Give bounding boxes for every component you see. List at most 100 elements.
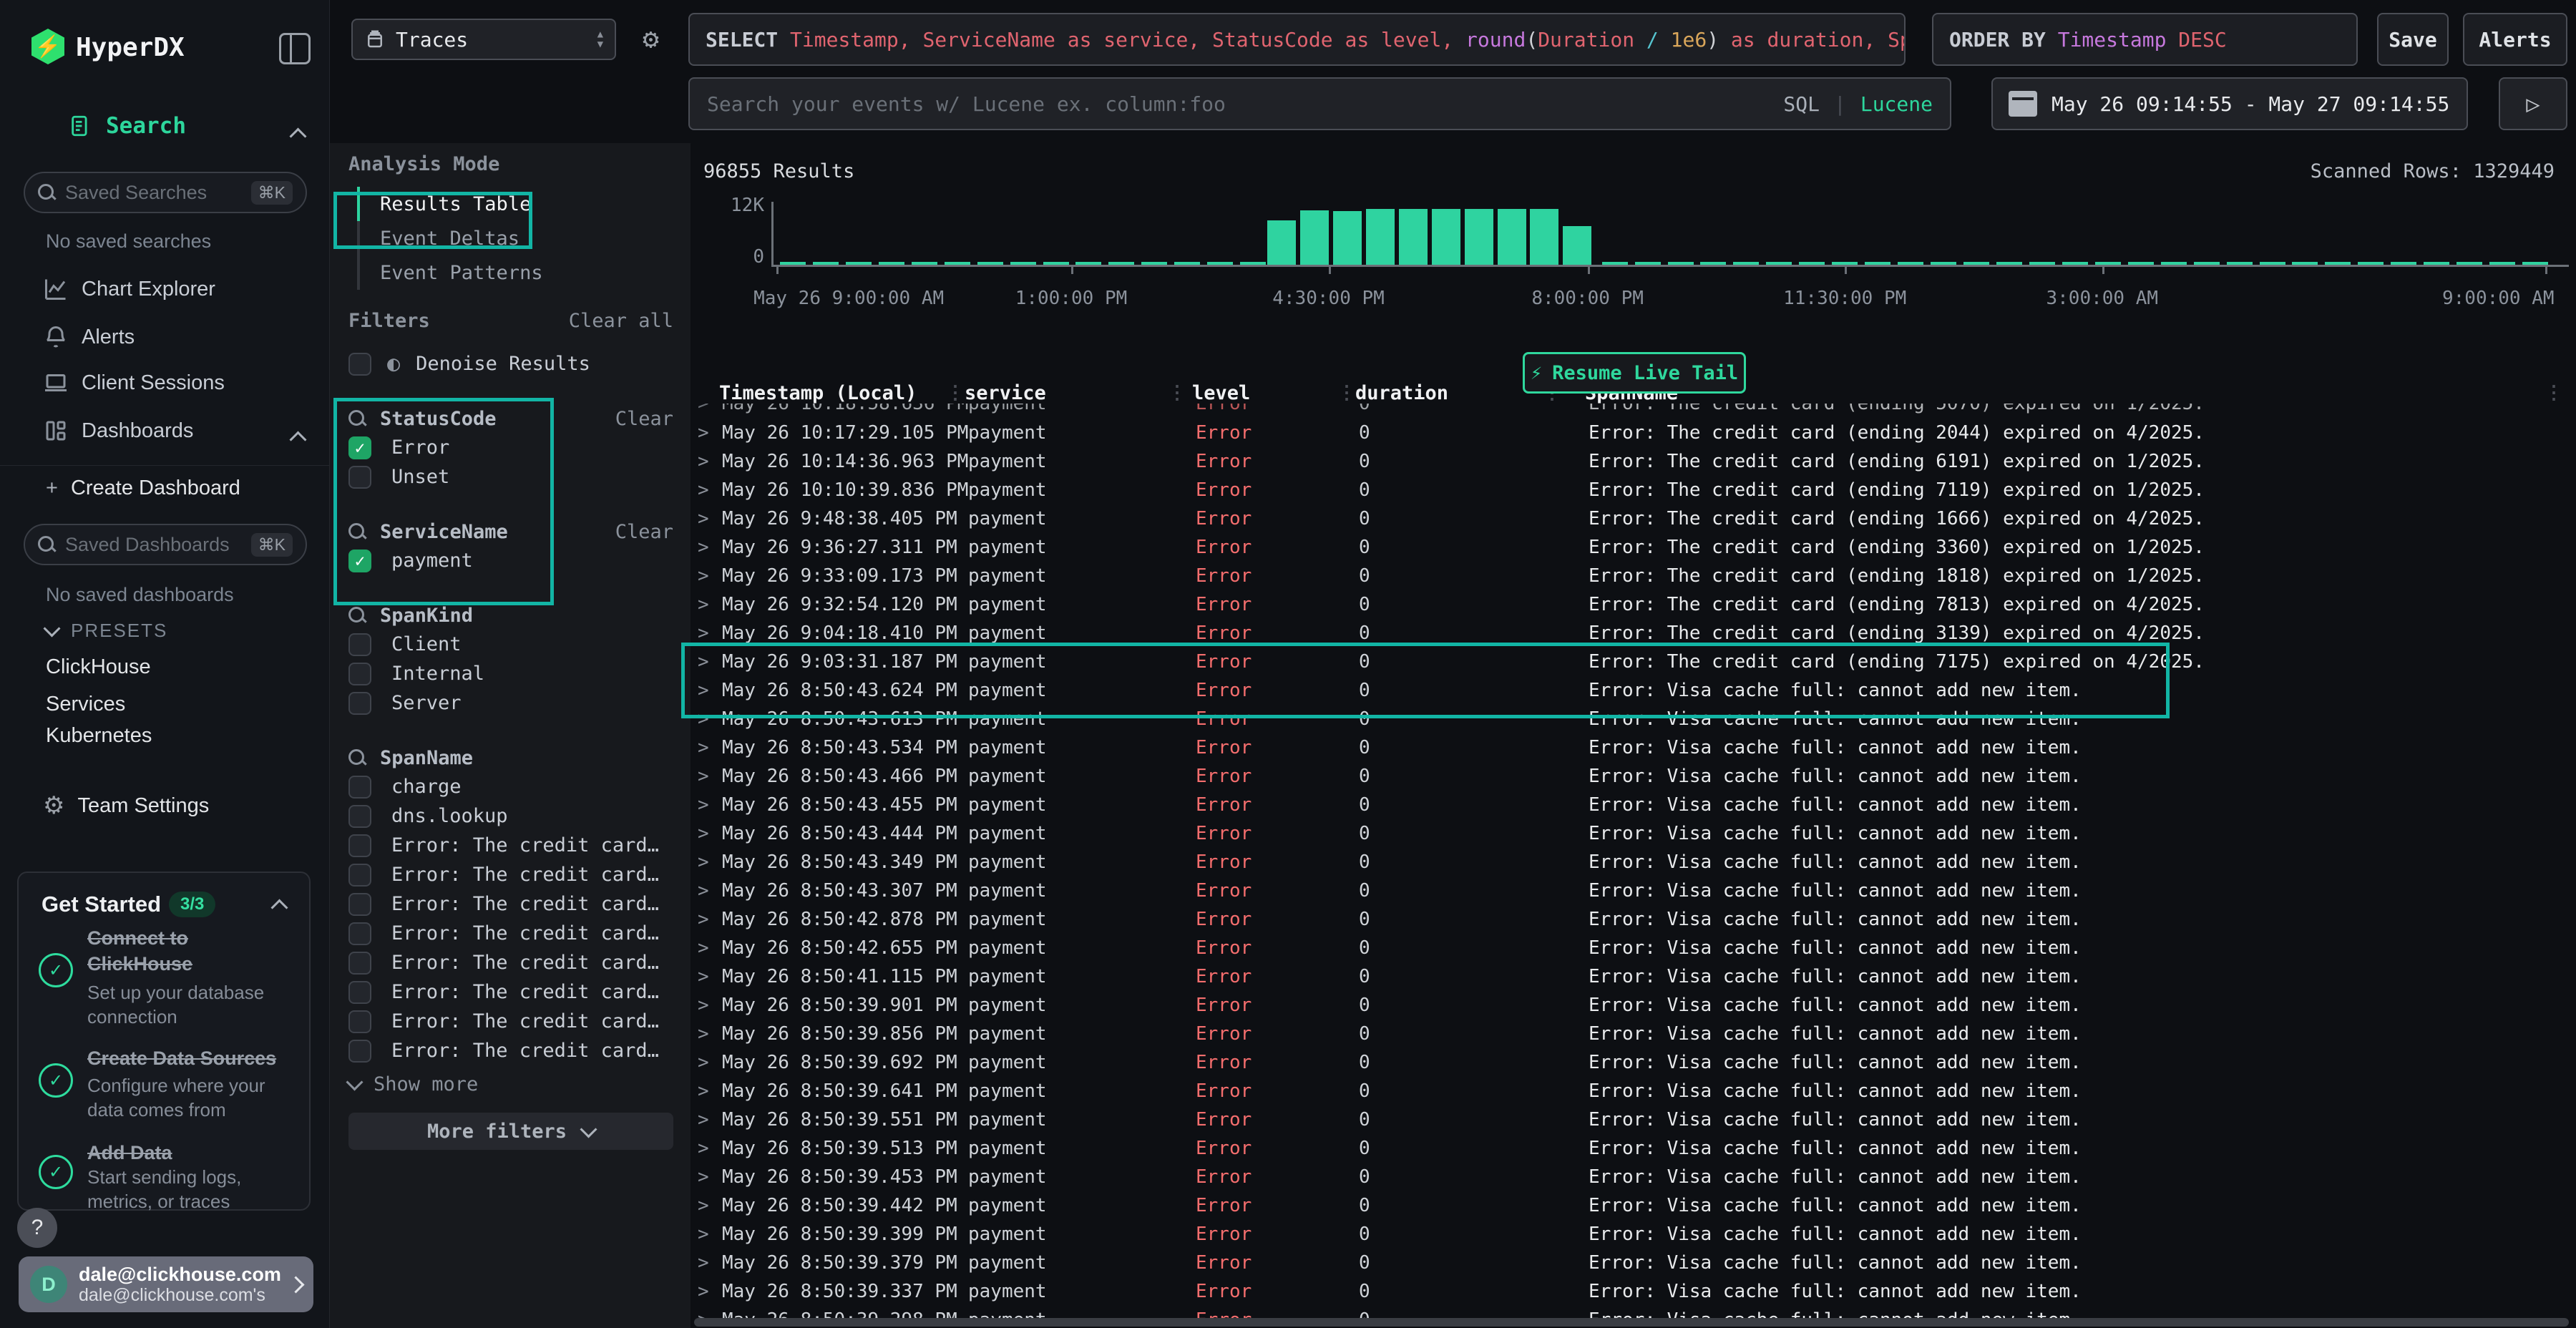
filter-option[interactable]: Error: The credit card …	[348, 948, 673, 977]
show-more-button[interactable]: Show more	[348, 1070, 673, 1098]
filter-option[interactable]: Error: The credit card …	[348, 831, 673, 860]
save-button[interactable]: Save	[2377, 13, 2449, 66]
gs-item-title[interactable]: Add Data	[87, 1142, 172, 1164]
table-row[interactable]: >May 26 8:50:39.399 PMpaymentError0Error…	[691, 1220, 2576, 1249]
user-menu[interactable]: D dale@clickhouse.com dale@clickhouse.co…	[19, 1256, 313, 1312]
table-row[interactable]: >May 26 8:50:43.349 PMpaymentError0Error…	[691, 848, 2576, 877]
table-row[interactable]: >May 26 8:50:39.551 PMpaymentError0Error…	[691, 1105, 2576, 1134]
filter-option[interactable]: Error: The credit card …	[348, 860, 673, 889]
filter-option[interactable]: ✓Error	[348, 433, 673, 462]
sql-select-input[interactable]: SELECT Timestamp, ServiceName as service…	[688, 13, 1906, 66]
table-row[interactable]: >May 26 10:10:39.836 PMpaymentError0Erro…	[691, 476, 2576, 504]
preset-kubernetes[interactable]: Kubernetes	[46, 724, 152, 748]
search-section-collapse-icon[interactable]	[289, 127, 306, 145]
analysis-mode-results-table[interactable]: Results Table	[357, 187, 673, 221]
sidebar-item-dashboards[interactable]: Dashboards	[43, 418, 193, 444]
denoise-results-checkbox[interactable]: ◐ Denoise Results	[348, 349, 673, 379]
date-range-picker[interactable]: May 26 09:14:55 - May 27 09:14:55	[1991, 77, 2468, 130]
table-row[interactable]: >May 26 10:14:36.963 PMpaymentError0Erro…	[691, 447, 2576, 476]
preset-clickhouse[interactable]: ClickHouse	[46, 655, 151, 679]
filter-option[interactable]: Error: The credit card …	[348, 919, 673, 948]
table-row[interactable]: >May 26 10:18:58.636 PMpaymentError0Erro…	[691, 404, 2576, 418]
table-row[interactable]: >May 26 9:48:38.405 PMpaymentError0Error…	[691, 504, 2576, 533]
gs-item-title[interactable]: ClickHouse	[87, 953, 192, 975]
filter-option[interactable]: Internal	[348, 659, 673, 688]
table-row[interactable]: >May 26 9:36:27.311 PMpaymentError0Error…	[691, 533, 2576, 562]
table-row[interactable]: >May 26 8:50:39.901 PMpaymentError0Error…	[691, 991, 2576, 1020]
filter-option[interactable]: Error: The credit card …	[348, 1007, 673, 1036]
filter-option[interactable]: dns.lookup	[348, 801, 673, 831]
preset-services[interactable]: Services	[46, 693, 125, 716]
horizontal-scrollbar[interactable]	[694, 1318, 2569, 1327]
table-row[interactable]: >May 26 8:50:43.466 PMpaymentError0Error…	[691, 762, 2576, 791]
table-row[interactable]: >May 26 10:17:29.105 PMpaymentError0Erro…	[691, 419, 2576, 447]
table-row[interactable]: >May 26 8:50:39.453 PMpaymentError0Error…	[691, 1163, 2576, 1191]
sidebar-collapse-icon[interactable]	[279, 33, 311, 64]
filter-option[interactable]: Client	[348, 630, 673, 659]
sidebar-item-chart-explorer[interactable]: Chart Explorer	[43, 276, 215, 302]
table-row[interactable]: >May 26 8:50:43.307 PMpaymentError0Error…	[691, 877, 2576, 905]
filter-clear-button[interactable]: Clear	[615, 408, 673, 430]
checkbox-icon	[348, 805, 371, 828]
clear-all-button[interactable]: Clear all	[569, 310, 673, 332]
table-row[interactable]: >May 26 8:50:43.613 PMpaymentError0Error…	[691, 705, 2576, 733]
create-dashboard-button[interactable]: + Create Dashboard	[46, 477, 240, 500]
get-started-collapse-icon[interactable]	[270, 899, 288, 916]
filter-option[interactable]: Error: The credit card …	[348, 977, 673, 1007]
table-row[interactable]: >May 26 8:50:43.444 PMpaymentError0Error…	[691, 819, 2576, 848]
col-level[interactable]: level	[1192, 382, 1250, 404]
event-search-input[interactable]: Search your events w/ Lucene ex. column:…	[688, 77, 1951, 130]
table-row[interactable]: >May 26 8:50:39.298 PMpaymentError0Error…	[691, 1306, 2576, 1318]
sidebar-item-search[interactable]: Search	[69, 113, 186, 139]
col-duration[interactable]: duration	[1355, 382, 1448, 404]
table-row[interactable]: >May 26 8:50:39.692 PMpaymentError0Error…	[691, 1048, 2576, 1077]
table-row[interactable]: >May 26 8:50:39.856 PMpaymentError0Error…	[691, 1020, 2576, 1048]
presets-section-toggle[interactable]: PRESETS	[46, 620, 167, 642]
run-query-button[interactable]: ▷	[2499, 77, 2567, 130]
filter-clear-button[interactable]: Clear	[615, 521, 673, 543]
order-by-input[interactable]: ORDER BY Timestamp DESC	[1932, 13, 2358, 66]
alerts-button[interactable]: Alerts	[2463, 13, 2567, 66]
sidebar-item-team-settings[interactable]: ⚙ Team Settings	[43, 791, 209, 820]
gs-item-title[interactable]: Connect to	[87, 927, 188, 949]
table-row[interactable]: >May 26 8:50:43.455 PMpaymentError0Error…	[691, 791, 2576, 819]
filter-option[interactable]: ✓payment	[348, 546, 673, 575]
filter-option[interactable]: Unset	[348, 462, 673, 492]
table-row[interactable]: >May 26 8:50:43.624 PMpaymentError0Error…	[691, 676, 2576, 705]
sidebar-item-alerts[interactable]: Alerts	[43, 324, 135, 350]
table-row[interactable]: >May 26 8:50:39.513 PMpaymentError0Error…	[691, 1134, 2576, 1163]
saved-dashboards-input[interactable]: Saved Dashboards ⌘K	[24, 524, 307, 565]
table-row[interactable]: >May 26 8:50:42.655 PMpaymentError0Error…	[691, 934, 2576, 962]
resume-live-tail-button[interactable]: ⚡ Resume Live Tail	[1523, 352, 1746, 394]
help-button[interactable]: ?	[17, 1208, 57, 1248]
table-row[interactable]: >May 26 8:50:39.442 PMpaymentError0Error…	[691, 1191, 2576, 1220]
sql-mode-toggle[interactable]: SQL	[1783, 92, 1820, 116]
table-row[interactable]: >May 26 8:50:43.534 PMpaymentError0Error…	[691, 733, 2576, 762]
source-settings-gear-icon[interactable]: ⚙	[643, 23, 659, 54]
source-select[interactable]: Traces ▲▼	[351, 19, 616, 60]
sidebar-item-client-sessions[interactable]: Client Sessions	[43, 370, 225, 396]
col-timestamp[interactable]: Timestamp (Local)	[719, 382, 917, 404]
table-row[interactable]: >May 26 8:50:42.878 PMpaymentError0Error…	[691, 905, 2576, 934]
lucene-mode-toggle[interactable]: Lucene	[1860, 92, 1933, 116]
table-row[interactable]: >May 26 9:33:09.173 PMpaymentError0Error…	[691, 562, 2576, 590]
table-row[interactable]: >May 26 8:50:41.115 PMpaymentError0Error…	[691, 962, 2576, 991]
filter-option[interactable]: Server	[348, 688, 673, 718]
filter-option[interactable]: Error: The credit card …	[348, 889, 673, 919]
more-filters-button[interactable]: More filters	[348, 1113, 673, 1150]
gs-item-title[interactable]: Create Data Sources	[87, 1048, 276, 1070]
filter-option[interactable]: Error: The credit card …	[348, 1036, 673, 1065]
col-service[interactable]: service	[965, 382, 1046, 404]
dashboards-collapse-icon[interactable]	[289, 431, 306, 448]
table-row[interactable]: >May 26 9:03:31.187 PMpaymentError0Error…	[691, 648, 2576, 676]
table-row[interactable]: >May 26 9:04:18.410 PMpaymentError0Error…	[691, 619, 2576, 648]
results-histogram[interactable]	[776, 202, 2563, 265]
table-row[interactable]: >May 26 8:50:39.337 PMpaymentError0Error…	[691, 1277, 2576, 1306]
table-row[interactable]: >May 26 8:50:39.641 PMpaymentError0Error…	[691, 1077, 2576, 1105]
analysis-mode-event-patterns[interactable]: Event Patterns	[357, 255, 673, 290]
table-row[interactable]: >May 26 8:50:39.379 PMpaymentError0Error…	[691, 1249, 2576, 1277]
filter-option[interactable]: charge	[348, 772, 673, 801]
analysis-mode-event-deltas[interactable]: Event Deltas	[357, 221, 673, 255]
saved-searches-input[interactable]: Saved Searches ⌘K	[24, 172, 307, 213]
table-row[interactable]: >May 26 9:32:54.120 PMpaymentError0Error…	[691, 590, 2576, 619]
